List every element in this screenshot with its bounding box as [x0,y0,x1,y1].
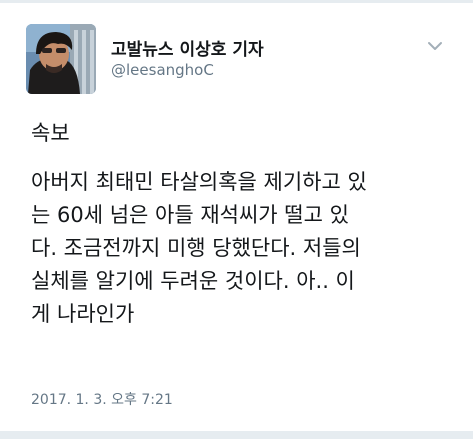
avatar[interactable] [26,24,96,94]
tweet-text-line: 실체를 알기에 두려운 것이다. 아.. 이 [31,269,355,293]
tweet-timestamp[interactable]: 2017. 1. 3. 오후 7:21 [31,389,173,409]
author-handle[interactable]: @leesanghoC [111,61,214,79]
tweet-text-line: 는 60세 넘은 아들 재석씨가 떨고 있 [31,203,349,227]
tweet-text-line: 속보 [31,121,70,145]
chevron-down-icon[interactable] [425,38,445,54]
tweet-text-line: 다. 조금전까지 미행 당했단다. 저들의 [31,236,361,260]
bottom-divider [0,431,473,439]
tweet-text-line: 게 나라인가 [31,302,135,326]
top-divider [0,0,473,3]
tweet-text-line: 아버지 최태민 타살의혹을 제기하고 있 [31,170,367,194]
tweet-card: 고발뉴스 이상호 기자 @leesanghoC 속보 아버지 최태민 타살의혹을… [0,0,473,439]
avatar-photo [26,24,96,94]
author-name[interactable]: 고발뉴스 이상호 기자 [111,35,264,60]
